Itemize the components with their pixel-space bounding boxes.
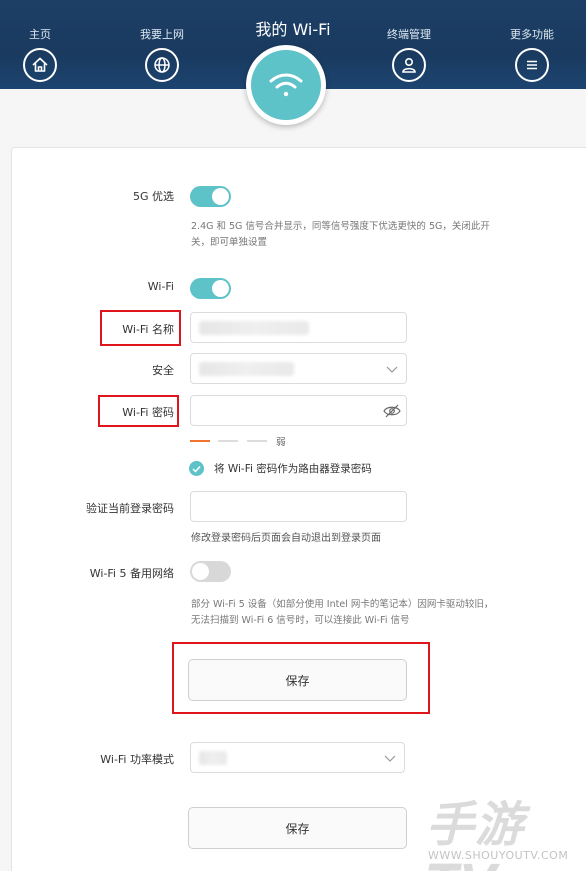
user-icon — [392, 48, 426, 82]
verify-password-label: 验证当前登录密码 — [86, 502, 174, 515]
use-as-login-label: 将 Wi-Fi 密码作为路由器登录密码 — [214, 463, 372, 475]
strength-bar-1 — [190, 440, 210, 442]
security-label: 安全 — [152, 364, 174, 377]
eye-hidden-icon[interactable] — [383, 403, 401, 419]
redacted-value — [199, 751, 227, 765]
check-icon — [192, 465, 201, 473]
home-icon — [23, 48, 57, 82]
wifi-label: Wi-Fi — [147, 280, 174, 293]
save-power-button[interactable]: 保存 — [188, 807, 407, 849]
pref5g-label: 5G 优选 — [132, 190, 174, 203]
menu-icon — [515, 48, 549, 82]
nav-item-internet[interactable]: 我要上网 — [117, 0, 207, 82]
nav-item-more[interactable]: 更多功能 — [487, 0, 577, 82]
pref5g-hint: 2.4G 和 5G 信号合并显示，同等信号强度下优选更快的 5G，关闭此开 关，… — [191, 221, 490, 248]
security-select[interactable] — [190, 353, 407, 384]
strength-bar-3 — [247, 440, 267, 442]
strength-bar-2 — [218, 440, 238, 442]
watermark-url: WWW.SHOUYOUTV.COM — [428, 849, 569, 862]
wifi-icon — [251, 50, 321, 120]
nav-item-home[interactable]: 主页 — [0, 0, 85, 82]
page-title: 我的 Wi-Fi — [255, 20, 331, 39]
chevron-down-icon — [386, 366, 398, 373]
verify-password-hint: 修改登录密码后页面会自动退出到登录页面 — [191, 533, 381, 544]
wifi-name-label: Wi-Fi 名称 — [122, 323, 174, 336]
nav-label-home: 主页 — [29, 28, 51, 41]
wifi5-backup-hint: 部分 Wi-Fi 5 设备（如部分使用 Intel 网卡的笔记本）因网卡驱动较旧… — [191, 599, 494, 626]
strength-text: 弱 — [276, 437, 286, 448]
wifi-toggle[interactable] — [190, 278, 231, 299]
wifi-password-input[interactable] — [190, 395, 407, 426]
globe-icon — [145, 48, 179, 82]
redacted-value — [199, 321, 309, 335]
nav-item-devices[interactable]: 终端管理 — [364, 0, 454, 82]
power-mode-select[interactable] — [190, 742, 405, 773]
nav-label-more: 更多功能 — [510, 28, 554, 41]
wifi5-backup-label: Wi-Fi 5 备用网络 — [89, 567, 174, 580]
wifi-password-label: Wi-Fi 密码 — [122, 406, 174, 419]
power-mode-label: Wi-Fi 功率模式 — [100, 753, 174, 766]
verify-password-input[interactable] — [190, 491, 407, 522]
pref5g-toggle[interactable] — [190, 186, 231, 207]
nav-item-my-wifi[interactable] — [246, 45, 326, 125]
chevron-down-icon — [384, 755, 396, 762]
wifi5-backup-toggle[interactable] — [190, 561, 231, 582]
wifi-name-input[interactable] — [190, 312, 407, 343]
save-button[interactable]: 保存 — [188, 659, 407, 701]
use-as-login-checkbox[interactable] — [189, 461, 204, 476]
redacted-value — [199, 362, 294, 376]
